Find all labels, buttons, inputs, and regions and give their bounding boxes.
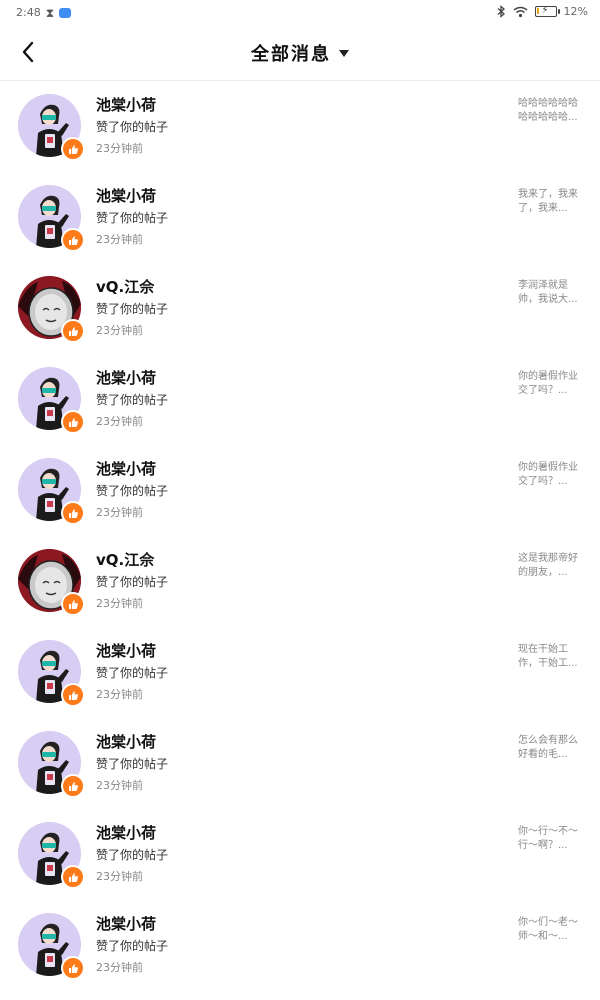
notification-item[interactable]: 池棠小荷 赞了你的帖子 23分钟前 你的暑假作业交了吗？...	[0, 354, 600, 445]
post-preview[interactable]: 我来了，我来了，我来...	[518, 188, 582, 216]
thumbs-up-icon	[61, 137, 85, 161]
battery-level-fill	[536, 8, 539, 14]
status-bar: 2:48 ⧗ ⚡ 12%	[0, 0, 600, 24]
notification-time: 23分钟前	[96, 688, 143, 701]
notification-item[interactable]: vQ.江佘 赞了你的帖子 23分钟前 这是我那帝好的朋友，...	[0, 536, 600, 627]
thumbs-up-icon	[61, 319, 85, 343]
notification-action: 赞了你的帖子	[96, 302, 169, 316]
post-preview[interactable]: 你的暑假作业交了吗？...	[518, 370, 582, 398]
notification-action: 赞了你的帖子	[96, 757, 169, 771]
sender-name[interactable]: 池棠小荷	[96, 367, 156, 388]
notification-time: 23分钟前	[96, 870, 143, 883]
notification-item[interactable]: 池棠小荷 赞了你的帖子 23分钟前 你～们～老～师～和～...	[0, 900, 600, 991]
notification-item[interactable]: 池棠小荷 赞了你的帖子 23分钟前 怎么会有那么好看的毛...	[0, 718, 600, 809]
notification-list: 池棠小荷 赞了你的帖子 23分钟前 哈哈哈哈哈哈哈哈哈哈哈... 池棠小荷 赞了…	[0, 81, 600, 991]
notification-action: 赞了你的帖子	[96, 939, 169, 953]
post-preview[interactable]: 你的暑假作业交了吗？...	[518, 461, 582, 489]
sender-name[interactable]: 池棠小荷	[96, 458, 156, 479]
thumbs-up-icon	[61, 592, 85, 616]
message-filter-dropdown[interactable]: 全部消息	[0, 40, 600, 66]
sender-name[interactable]: 池棠小荷	[96, 913, 156, 934]
post-preview[interactable]: 怎么会有那么好看的毛...	[518, 734, 582, 762]
notification-time: 23分钟前	[96, 233, 143, 246]
battery-percent: 12%	[563, 5, 588, 18]
sender-name[interactable]: 池棠小荷	[96, 731, 156, 752]
thumbs-up-icon	[61, 501, 85, 525]
notification-action: 赞了你的帖子	[96, 120, 169, 134]
notification-time: 23分钟前	[96, 415, 143, 428]
notification-time: 23分钟前	[96, 961, 143, 974]
sender-name[interactable]: 池棠小荷	[96, 185, 156, 206]
hourglass-icon: ⧗	[45, 5, 55, 20]
notification-time: 23分钟前	[96, 506, 143, 519]
thumbs-up-icon	[61, 683, 85, 707]
post-preview[interactable]: 你～们～老～师～和～...	[518, 916, 582, 944]
status-time: 2:48	[16, 6, 41, 19]
thumbs-up-icon	[61, 956, 85, 980]
charging-icon: ⚡	[541, 5, 549, 16]
thumbs-up-icon	[61, 410, 85, 434]
notification-action: 赞了你的帖子	[96, 211, 169, 225]
sender-name[interactable]: 池棠小荷	[96, 640, 156, 661]
thumbs-up-icon	[61, 228, 85, 252]
notification-item[interactable]: 池棠小荷 赞了你的帖子 23分钟前 现在干始工作，干始工...	[0, 627, 600, 718]
sender-name[interactable]: vQ.江佘	[96, 276, 154, 297]
thumbs-up-icon	[61, 865, 85, 889]
post-preview[interactable]: 哈哈哈哈哈哈哈哈哈哈哈...	[518, 97, 582, 125]
notification-time: 23分钟前	[96, 779, 143, 792]
sender-name[interactable]: 池棠小荷	[96, 94, 156, 115]
header: 全部消息	[0, 24, 600, 81]
notification-action: 赞了你的帖子	[96, 484, 169, 498]
notification-action: 赞了你的帖子	[96, 575, 169, 589]
post-preview[interactable]: 你～行～不～行～啊？...	[518, 825, 582, 853]
caret-down-icon	[339, 49, 349, 57]
thumbs-up-icon	[61, 774, 85, 798]
notification-action: 赞了你的帖子	[96, 393, 169, 407]
battery-icon: ⚡	[534, 5, 560, 17]
post-preview[interactable]: 这是我那帝好的朋友，...	[518, 552, 582, 580]
sender-name[interactable]: 池棠小荷	[96, 822, 156, 843]
bluetooth-icon	[497, 5, 506, 18]
notification-action: 赞了你的帖子	[96, 848, 169, 862]
notification-item[interactable]: 池棠小荷 赞了你的帖子 23分钟前 你～行～不～行～啊？...	[0, 809, 600, 900]
post-preview[interactable]: 李润泽就是帅，我说大...	[518, 279, 582, 307]
notification-item[interactable]: 池棠小荷 赞了你的帖子 23分钟前 哈哈哈哈哈哈哈哈哈哈哈...	[0, 81, 600, 172]
notification-item[interactable]: vQ.江佘 赞了你的帖子 23分钟前 李润泽就是帅，我说大...	[0, 263, 600, 354]
notification-action: 赞了你的帖子	[96, 666, 169, 680]
post-preview[interactable]: 现在干始工作，干始工...	[518, 643, 582, 671]
wifi-icon	[513, 6, 528, 18]
notification-time: 23分钟前	[96, 324, 143, 337]
page-title: 全部消息	[251, 44, 331, 65]
sender-name[interactable]: vQ.江佘	[96, 549, 154, 570]
notification-time: 23分钟前	[96, 142, 143, 155]
notification-time: 23分钟前	[96, 597, 143, 610]
notification-item[interactable]: 池棠小荷 赞了你的帖子 23分钟前 你的暑假作业交了吗？...	[0, 445, 600, 536]
notification-item[interactable]: 池棠小荷 赞了你的帖子 23分钟前 我来了，我来了，我来...	[0, 172, 600, 263]
cloud-icon	[59, 7, 72, 18]
